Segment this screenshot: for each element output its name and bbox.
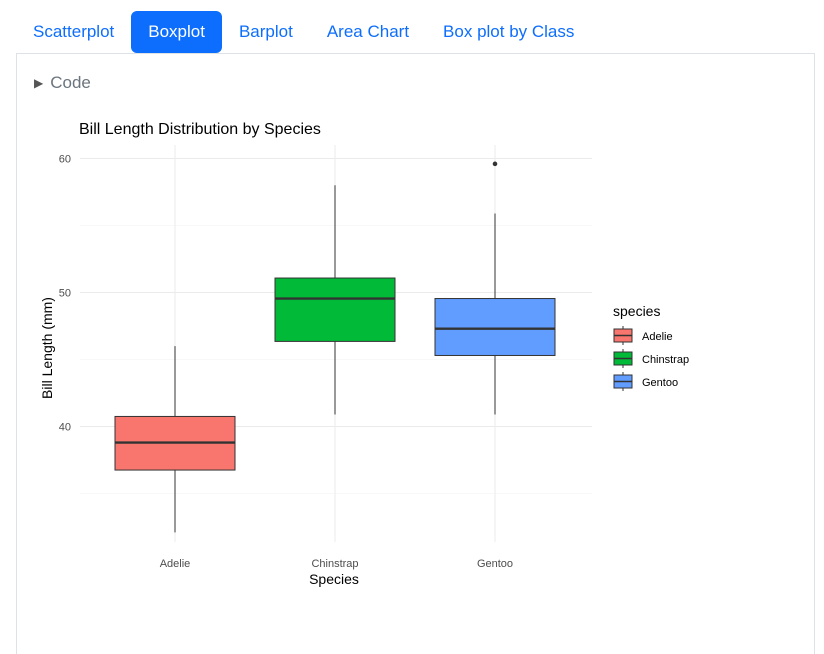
- x-tick-labels: Adelie Chinstrap Gentoo: [160, 558, 513, 570]
- legend-title: species: [613, 303, 660, 319]
- legend-label: Chinstrap: [642, 354, 689, 366]
- boxplot-chart: 40 50 60 Adelie Chinstrap Gentoo Bill Length…: [39, 121, 689, 587]
- x-tick-label: Adelie: [160, 558, 191, 570]
- x-axis-label: Species: [309, 571, 359, 587]
- x-tick-label: Gentoo: [477, 558, 513, 570]
- box-iqr: [434, 298, 556, 356]
- y-tick-labels: 40 50 60: [59, 154, 71, 434]
- outlier-point: [492, 161, 498, 167]
- legend-label: Adelie: [642, 331, 673, 343]
- y-tick-label: 50: [59, 288, 71, 300]
- legend-item-adelie: Adelie: [613, 326, 673, 345]
- y-axis-label: Bill Length (mm): [39, 297, 55, 399]
- legend-item-gentoo: Gentoo: [613, 372, 678, 391]
- y-tick-label: 40: [59, 422, 71, 434]
- legend-label: Gentoo: [642, 377, 678, 389]
- legend: species Adelie Chinstrap Gentoo: [613, 303, 689, 391]
- legend-item-chinstrap: Chinstrap: [613, 349, 689, 368]
- y-tick-label: 60: [59, 154, 71, 166]
- chart-title: Bill Length Distribution by Species: [79, 121, 321, 138]
- box-iqr: [274, 277, 396, 342]
- x-tick-label: Chinstrap: [311, 558, 358, 570]
